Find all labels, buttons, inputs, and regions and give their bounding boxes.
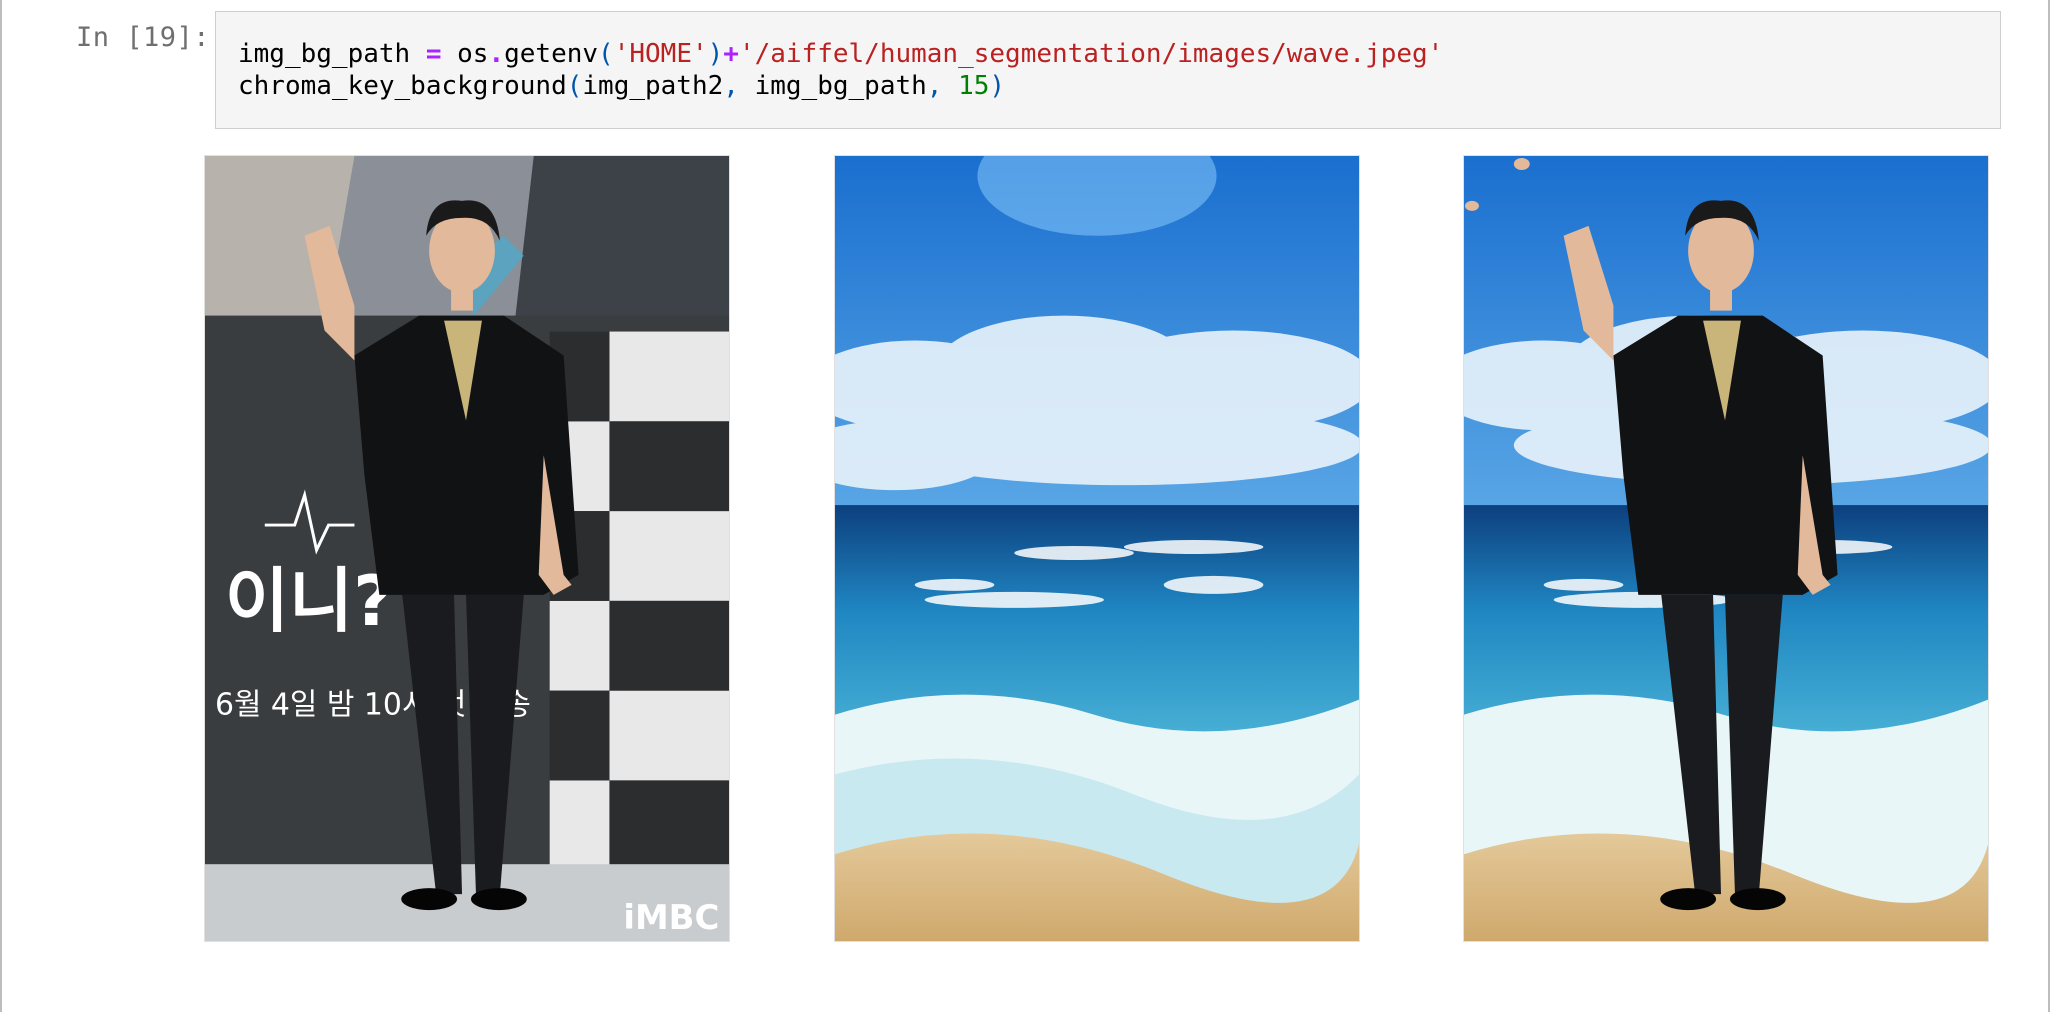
input-prompt: In [19]: (76, 22, 211, 53)
poster-logo: iMBC (623, 898, 719, 937)
composited-result (1463, 155, 1989, 942)
original-photo: 이니? 6월 4일 밤 10시 첫 방송 iMBC (204, 155, 730, 942)
code-line-1: img_bg_path = os.getenv('HOME')+'/aiffel… (238, 39, 1444, 69)
code-editor[interactable]: img_bg_path = os.getenv('HOME')+'/aiffel… (238, 38, 1443, 102)
code-line-2: chroma_key_background(img_path2, img_bg_… (238, 71, 1006, 101)
notebook-left-border (0, 0, 2, 1012)
code-cell[interactable]: img_bg_path = os.getenv('HOME')+'/aiffel… (215, 11, 2001, 129)
svg-text:이니?: 이니? (225, 561, 394, 642)
beach-background (834, 155, 1360, 942)
